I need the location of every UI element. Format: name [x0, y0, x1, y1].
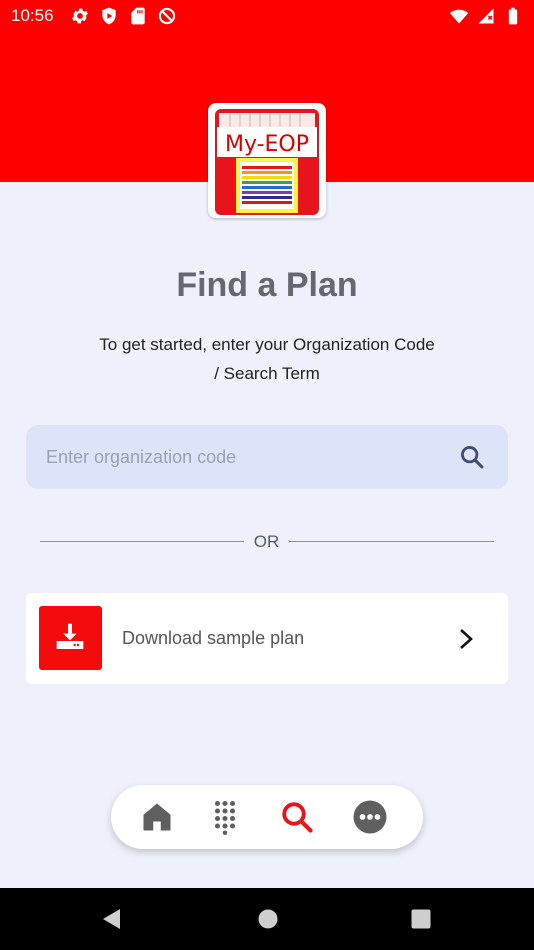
system-navigation-bar — [0, 888, 534, 950]
download-icon-box — [39, 606, 102, 670]
organization-code-input[interactable] — [26, 425, 446, 489]
bottom-navigation — [111, 785, 423, 849]
settings-icon — [72, 8, 88, 24]
page-title: Find a Plan — [176, 266, 358, 304]
dialpad-icon — [214, 800, 236, 835]
nav-dialpad[interactable] — [207, 799, 243, 835]
battery-icon — [508, 7, 518, 25]
chevron-right-icon — [460, 629, 473, 649]
download-sample-plan-card[interactable]: Download sample plan — [26, 593, 508, 684]
shield-icon — [102, 7, 116, 25]
logo-text: My-EOP — [224, 132, 310, 157]
search-icon — [282, 802, 313, 833]
page-subtitle: To get started, enter your Organization … — [99, 335, 435, 383]
back-icon[interactable] — [100, 907, 124, 931]
download-icon — [56, 623, 84, 649]
or-divider: OR — [40, 530, 494, 554]
download-sample-plan-label: Download sample plan — [122, 628, 305, 648]
home-circle-icon[interactable] — [256, 907, 280, 931]
signal-icon — [478, 8, 494, 24]
search-icon[interactable] — [458, 443, 486, 471]
recent-apps-icon[interactable] — [409, 907, 433, 931]
status-time: 10:56 — [11, 6, 54, 25]
status-icons-left — [70, 6, 177, 26]
status-bar: 10:56 — [0, 0, 534, 32]
wifi-icon — [449, 9, 469, 24]
status-icons-right — [449, 6, 523, 26]
logo-graphic — [215, 109, 319, 215]
do-not-disturb-icon — [158, 7, 176, 25]
search-box — [26, 425, 508, 489]
nav-more[interactable] — [352, 799, 388, 835]
divider-line-right — [289, 541, 494, 542]
more-icon — [353, 800, 387, 834]
sd-card-icon — [131, 7, 145, 25]
home-icon — [143, 803, 171, 831]
app-logo: My-EOP — [208, 103, 326, 218]
or-text: OR — [253, 532, 280, 551]
nav-home[interactable] — [139, 799, 175, 835]
divider-line-left — [40, 541, 244, 542]
nav-search[interactable] — [279, 799, 315, 835]
